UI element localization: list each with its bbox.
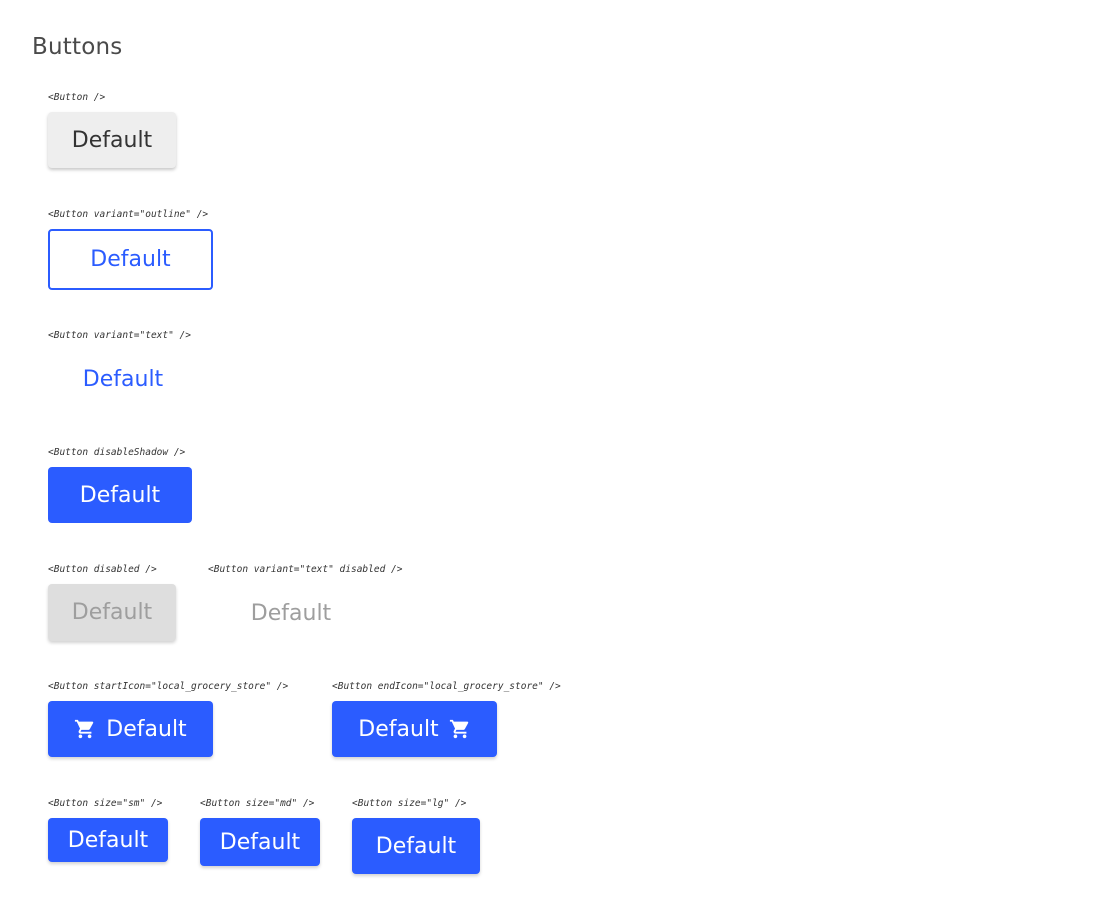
outline-button[interactable]: Default: [48, 229, 213, 290]
disable-shadow-button-label: Default: [79, 482, 161, 508]
default-button[interactable]: Default: [48, 112, 176, 168]
disabled-button-label: Default: [71, 600, 153, 625]
outline-button-label: Default: [90, 247, 171, 272]
size-sm-button[interactable]: Default: [48, 818, 168, 862]
text-disabled-button: Default: [232, 586, 350, 640]
caption-disable-shadow: <Button disableShadow />: [48, 447, 186, 458]
caption-disabled: <Button disabled />: [48, 564, 157, 575]
disabled-button: Default: [48, 584, 176, 641]
page-title: Buttons: [32, 34, 123, 60]
start-icon-button[interactable]: Default: [48, 701, 213, 757]
start-icon-button-label: Default: [106, 716, 187, 742]
disable-shadow-button[interactable]: Default: [48, 467, 192, 523]
caption-default: <Button />: [48, 92, 106, 103]
end-icon-button-label: Default: [358, 716, 439, 742]
size-md-button[interactable]: Default: [200, 818, 320, 866]
caption-end-icon: <Button endIcon="local_grocery_store" />: [332, 681, 561, 692]
size-md-button-label: Default: [219, 829, 301, 855]
text-button[interactable]: Default: [66, 352, 180, 406]
size-lg-button[interactable]: Default: [352, 818, 480, 874]
size-sm-button-label: Default: [67, 827, 149, 853]
text-disabled-button-label: Default: [250, 600, 332, 626]
caption-size-md: <Button size="md" />: [200, 798, 315, 809]
caption-outline: <Button variant="outline" />: [48, 209, 209, 220]
cart-icon: [449, 718, 471, 740]
caption-size-lg: <Button size="lg" />: [352, 798, 467, 809]
cart-icon: [74, 718, 96, 740]
size-lg-button-label: Default: [375, 833, 457, 859]
end-icon-button[interactable]: Default: [332, 701, 497, 757]
caption-text-disabled: <Button variant="text" disabled />: [208, 564, 403, 575]
caption-start-icon: <Button startIcon="local_grocery_store" …: [48, 681, 289, 692]
default-button-label: Default: [71, 127, 153, 153]
caption-size-sm: <Button size="sm" />: [48, 798, 163, 809]
caption-text: <Button variant="text" />: [48, 330, 191, 341]
text-button-label: Default: [82, 366, 164, 392]
